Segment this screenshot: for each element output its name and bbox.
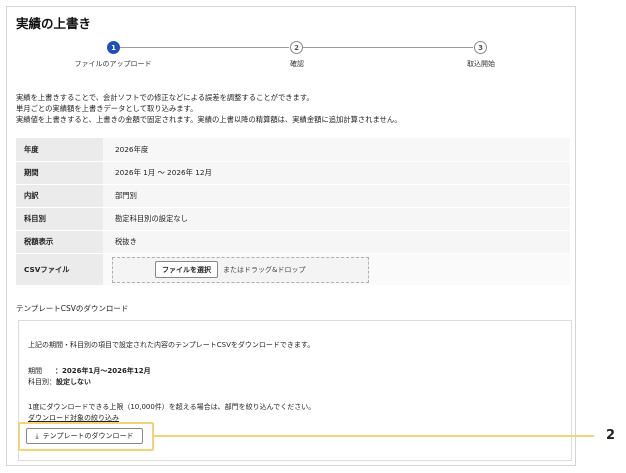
- overwrite-panel: 実績の上書き 1 ファイルのアップロード 2 確認 3 取込開始 実績を上書きす…: [6, 6, 576, 466]
- page-title: 実績の上書き: [16, 16, 92, 31]
- period-key: 期間: [28, 367, 42, 375]
- stepper-line-1: [119, 47, 289, 48]
- subject-value: 設定しない: [56, 378, 91, 386]
- choose-file-button[interactable]: ファイルを選択: [155, 261, 218, 278]
- stepper-line-2: [303, 47, 473, 48]
- settings-table: 年度 2026年度 期間 2026年 1月 〜 2026年 12月 内訳 部門別…: [16, 138, 570, 286]
- settings-row-breakdown: 内訳 部門別: [16, 185, 570, 208]
- description-line: 単月ごとの実績額を上書きデータとして取り込みます。: [16, 104, 198, 113]
- period-value: ：2026年1月〜2026年12月: [55, 367, 151, 375]
- dropzone-hint: またはドラッグ&ドロップ: [223, 265, 306, 274]
- description: 実績を上書きすることで、会計ソフトでの修正などによる誤差を調整することができます…: [16, 92, 402, 125]
- settings-value: 2026年度: [103, 138, 570, 161]
- template-intro: 上記の期間・科目別の項目で設定された内容のテンプレートCSVをダウンロードできま…: [28, 341, 315, 349]
- step-1-indicator: 1: [107, 41, 120, 54]
- template-download-label: テンプレートのダウンロード: [42, 432, 134, 440]
- settings-row-tax-display: 税額表示 税抜き: [16, 231, 570, 254]
- step-2-label: 確認: [290, 60, 304, 68]
- settings-label: 年度: [16, 138, 103, 161]
- settings-value: 勘定科目別の設定なし: [103, 208, 570, 230]
- settings-value: 部門別: [103, 185, 570, 207]
- download-icon: ⤓: [35, 431, 39, 440]
- settings-row-period: 期間 2026年 1月 〜 2026年 12月: [16, 162, 570, 185]
- template-period: 期間 ：2026年1月〜2026年12月: [28, 366, 151, 376]
- callout-line: [154, 435, 594, 437]
- settings-row-subject: 科目別 勘定科目別の設定なし: [16, 208, 570, 231]
- settings-label: 税額表示: [16, 231, 103, 253]
- template-download-button[interactable]: ⤓ テンプレートのダウンロード: [26, 428, 143, 444]
- csv-file-cell: ファイルを選択 またはドラッグ&ドロップ: [103, 254, 570, 285]
- settings-label: 科目別: [16, 208, 103, 230]
- template-section-title: テンプレートCSVのダウンロード: [16, 304, 129, 313]
- settings-label: 内訳: [16, 185, 103, 207]
- step-1-label: ファイルのアップロード: [74, 60, 152, 68]
- description-line: 実績を上書きすることで、会計ソフトでの修正などによる誤差を調整することができます…: [16, 93, 314, 102]
- stepper: 1 ファイルのアップロード 2 確認 3 取込開始: [7, 41, 577, 71]
- settings-label: CSVファイル: [16, 254, 103, 285]
- settings-row-csv-file: CSVファイル ファイルを選択 またはドラッグ&ドロップ: [16, 254, 570, 286]
- step-3-indicator: 3: [474, 41, 487, 54]
- settings-value: 税抜き: [103, 231, 570, 253]
- step-3-label: 取込開始: [467, 60, 495, 68]
- settings-value: 2026年 1月 〜 2026年 12月: [103, 162, 570, 184]
- csv-dropzone[interactable]: ファイルを選択 またはドラッグ&ドロップ: [112, 256, 369, 283]
- step-2-indicator: 2: [290, 41, 303, 54]
- settings-label: 期間: [16, 162, 103, 184]
- description-line: 実績値を上書きすると、上書きの金額で固定されます。実績の上書以降の精算額は、実績…: [16, 115, 402, 124]
- template-subject: 科目別：設定しない: [28, 377, 91, 387]
- callout-number: 2: [606, 428, 616, 443]
- subject-key: 科目別：: [28, 378, 56, 386]
- template-limit-note: 1度にダウンロードできる上限（10,000件）を超える場合は、部門を絞り込んでく…: [28, 403, 316, 411]
- settings-row-fiscal-year: 年度 2026年度: [16, 138, 570, 162]
